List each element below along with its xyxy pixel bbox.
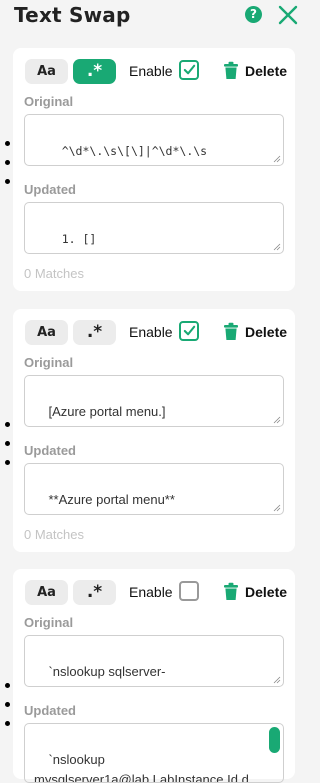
list-bullet (5, 422, 10, 427)
enable-label: Enable (129, 63, 173, 79)
list-bullet (5, 460, 10, 465)
updated-textarea[interactable]: 1. [] (24, 202, 284, 254)
rule-card: Aa .* Enable Delete Original [Azure port… (13, 309, 295, 552)
enable-checkbox[interactable] (179, 60, 199, 80)
original-text: `nslookup sqlserver- name.database.windo… (34, 664, 207, 686)
resize-grip-icon[interactable] (273, 243, 281, 251)
trash-icon[interactable] (223, 61, 239, 80)
match-count: 0 Matches (24, 266, 84, 281)
list-bullet (5, 160, 10, 165)
resize-grip-icon[interactable] (273, 504, 281, 512)
updated-label: Updated (24, 703, 76, 718)
original-label: Original (24, 615, 74, 630)
app-title: Text Swap (14, 3, 131, 27)
list-bullet (5, 441, 10, 446)
list-bullet (5, 141, 10, 146)
original-textarea[interactable]: ^\d*\.\s\[\]|^\d*\.\s (24, 114, 284, 166)
match-count: 0 Matches (24, 527, 84, 542)
delete-button[interactable]: Delete (245, 63, 287, 79)
updated-label: Updated (24, 443, 76, 458)
original-textarea[interactable]: `nslookup sqlserver- name.database.windo… (24, 635, 284, 687)
match-case-button[interactable]: Aa (25, 320, 68, 345)
updated-textarea[interactable]: `nslookup mysqlserver1a@lab.LabInstance.… (24, 723, 284, 783)
check-icon (183, 325, 196, 336)
help-icon[interactable]: ? (245, 6, 262, 23)
list-bullet (5, 721, 10, 726)
updated-textarea[interactable]: **Azure portal menu** +++https://portal.… (24, 463, 284, 515)
trash-icon[interactable] (223, 322, 239, 341)
enable-label: Enable (129, 584, 173, 600)
updated-text: 1. [] (61, 232, 97, 246)
list-bullet (5, 702, 10, 707)
app-header: Text Swap ? (0, 0, 312, 34)
delete-button[interactable]: Delete (245, 584, 287, 600)
delete-button[interactable]: Delete (245, 324, 287, 340)
regex-toggle-button[interactable]: .* (73, 59, 116, 84)
rule-card: Aa .* Enable Delete Original `nslookup s… (13, 569, 295, 783)
original-textarea[interactable]: [Azure portal menu.] (https://portal.azu… (24, 375, 284, 427)
enable-checkbox[interactable] (179, 321, 199, 341)
updated-text: **Azure portal menu** +++https://portal.… (34, 492, 219, 514)
match-case-button[interactable]: Aa (25, 580, 68, 605)
resize-grip-icon[interactable] (273, 155, 281, 163)
rule-card: Aa .* Enable Delete Original ^\d*\.\s\[\… (13, 48, 295, 291)
trash-icon[interactable] (223, 582, 239, 601)
resize-grip-icon[interactable] (273, 416, 281, 424)
match-case-button[interactable]: Aa (25, 59, 68, 84)
list-bullet (5, 683, 10, 688)
close-icon[interactable] (276, 3, 300, 27)
updated-text: `nslookup mysqlserver1a@lab.LabInstance.… (34, 752, 249, 783)
resize-grip-icon[interactable] (273, 676, 281, 684)
enable-checkbox[interactable] (179, 581, 199, 601)
regex-toggle-button[interactable]: .* (73, 580, 116, 605)
original-text: ^\d*\.\s\[\]|^\d*\.\s (61, 144, 208, 158)
updated-label: Updated (24, 182, 76, 197)
list-bullet (5, 179, 10, 184)
original-label: Original (24, 355, 74, 370)
regex-toggle-button[interactable]: .* (73, 320, 116, 345)
scrollbar-thumb[interactable] (269, 727, 280, 753)
original-text: [Azure portal menu.] (https://portal.azu… (34, 404, 182, 426)
check-icon (183, 64, 196, 75)
enable-label: Enable (129, 324, 173, 340)
original-label: Original (24, 94, 74, 109)
